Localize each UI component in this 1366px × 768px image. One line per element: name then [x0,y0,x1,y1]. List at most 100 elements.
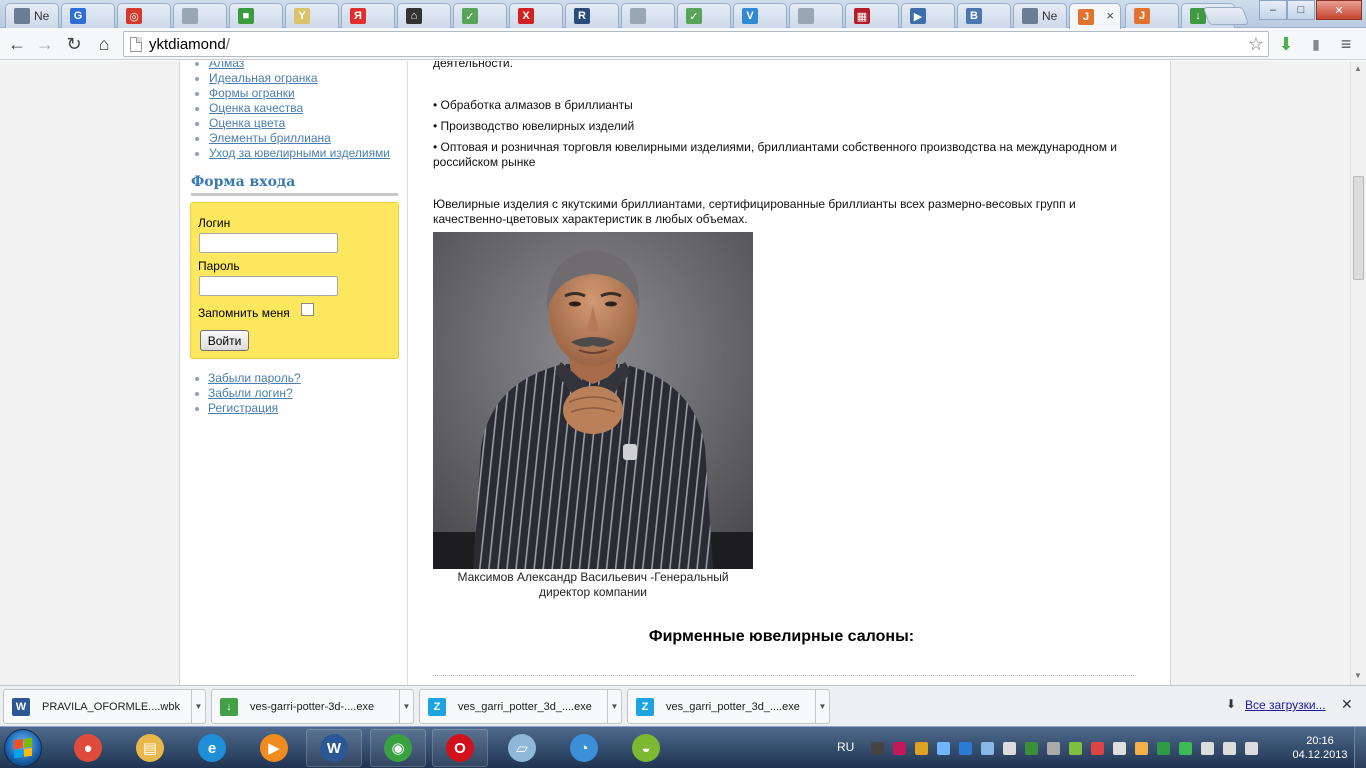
start-button[interactable] [4,729,42,767]
browser-tab[interactable]: J [1125,3,1179,28]
browser-tab[interactable]: Ne [1013,3,1067,28]
download-extension-icon[interactable]: ⬇ [1274,32,1298,56]
download-menu-chevron-icon[interactable]: ▼ [815,690,829,723]
tray-network-bars-icon[interactable] [1223,742,1236,755]
browser-tab[interactable]: Y [285,3,339,28]
menu-item-almaz[interactable]: Алмаз [194,61,390,71]
taskbar-app-button[interactable]: ◉ [370,729,426,767]
all-downloads-link[interactable]: Все загрузки... [1245,698,1326,712]
tray-nodes-icon[interactable] [1069,742,1082,755]
menu-item-color[interactable]: Оценка цвета [194,116,390,131]
browser-tab[interactable]: R [565,3,619,28]
tray-orange-circle-icon[interactable] [1135,742,1148,755]
taskbar-app-button[interactable]: ● [60,729,116,767]
tray-pen-icon[interactable] [893,742,906,755]
browser-tab[interactable]: ◎ [117,3,171,28]
language-indicator[interactable]: RU [837,740,854,754]
login-input[interactable] [199,233,338,253]
url-host: yktdiamond [149,35,226,53]
tray-shield-icon[interactable] [1113,742,1126,755]
home-button[interactable]: ⌂ [92,32,116,56]
bookmark-star-icon[interactable]: ☆ [1248,34,1264,55]
back-button[interactable]: ← [5,32,29,56]
system-clock[interactable]: 20:16 04.12.2013 [1292,734,1348,762]
download-menu-chevron-icon[interactable]: ▼ [399,690,413,723]
browser-tab[interactable]: ▶ [901,3,955,28]
menu-item-ideal-cut[interactable]: Идеальная огранка [194,71,390,86]
taskbar-app-button[interactable]: ◒ [618,729,674,767]
download-menu-chevron-icon[interactable]: ▼ [191,690,205,723]
register-link[interactable]: Регистрация [195,401,301,416]
taskbar-app-button[interactable]: ▱ [494,729,550,767]
tab-close-icon[interactable]: × [1106,8,1114,23]
close-shelf-button[interactable]: ✕ [1341,696,1353,713]
minimize-button[interactable]: – [1259,0,1287,20]
scroll-up-icon[interactable]: ▲ [1354,64,1362,73]
menu-item-cut-shapes[interactable]: Формы огранки [194,86,390,101]
browser-tab[interactable]: Я [341,3,395,28]
tray-battery-icon[interactable] [1047,742,1060,755]
forgot-password-link[interactable]: Забыли пароль? [195,371,301,386]
browser-tab[interactable]: ▦ [845,3,899,28]
file-explorer-icon: ▤ [136,734,164,762]
address-bar[interactable]: yktdiamond / ☆ [123,31,1269,57]
browser-tab[interactable]: ✓ [453,3,507,28]
remember-checkbox[interactable] [301,303,314,316]
browser-tab[interactable]: ■ [229,3,283,28]
maximize-button[interactable]: □ [1287,0,1315,20]
taskbar-app-button[interactable]: ◔ [556,729,612,767]
download-menu-chevron-icon[interactable]: ▼ [607,690,621,723]
forward-button[interactable]: → [33,32,57,56]
close-window-button[interactable]: ✕ [1316,0,1362,20]
taskbar-app-button[interactable]: W [306,729,362,767]
show-desktop-button[interactable] [1354,727,1366,768]
tray-network-icon[interactable] [959,742,972,755]
blue-circle-icon: G [70,8,86,24]
tray-bluetooth-icon[interactable] [1003,742,1016,755]
download-item[interactable]: Zves_garri_potter_3d_....exe ▼ [419,689,622,724]
tray-ring-icon[interactable] [937,742,950,755]
download-item[interactable]: Zves_garri_potter_3d_....exe ▼ [627,689,830,724]
menu-item-care[interactable]: Уход за ювелирными изделиями [194,146,390,161]
browser-tab[interactable] [789,3,843,28]
browser-tab[interactable] [621,3,675,28]
chrome-menu-icon[interactable]: ≡ [1334,32,1358,56]
reload-button[interactable]: ↻ [62,32,86,56]
browser-tab[interactable]: X [509,3,563,28]
tray-volume-icon[interactable] [1245,742,1258,755]
red-x-icon: X [518,8,534,24]
new-tab-button[interactable] [1202,7,1250,25]
taskbar-app-button[interactable]: ▤ [122,729,178,767]
login-submit-button[interactable]: Войти [200,330,249,351]
menu-item-elements[interactable]: Элементы бриллиана [194,131,390,146]
tray-utorrent-icon[interactable] [1157,742,1170,755]
menu-item-quality[interactable]: Оценка качества [194,101,390,116]
tray-green-square-icon[interactable] [1179,742,1192,755]
taskbar-app-button[interactable]: e [184,729,240,767]
tray-flag-icon[interactable] [1091,742,1104,755]
forgot-login-link[interactable]: Забыли логин? [195,386,301,401]
browser-tab[interactable]: ⌂ [397,3,451,28]
scroll-thumb[interactable] [1353,176,1364,280]
graduation-cap-icon: ⌂ [406,8,422,24]
browser-tab[interactable]: ✓ [677,3,731,28]
tray-monitor-icon[interactable] [1025,742,1038,755]
taskbar-app-button[interactable]: O [432,729,488,767]
page-scrollbar[interactable]: ▲ ▼ [1350,61,1366,685]
browser-tab[interactable]: J × [1069,3,1121,29]
download-item[interactable]: ↓ ves-garri-potter-3d-....exe ▼ [211,689,414,724]
browser-tab[interactable] [173,3,227,28]
scroll-down-icon[interactable]: ▼ [1354,671,1362,680]
download-item[interactable]: W PRAVILA_OFORMLE....wbk ▼ [3,689,206,724]
tray-user-icon[interactable] [871,742,884,755]
tray-folder-icon[interactable] [915,742,928,755]
browser-tab[interactable]: V [733,3,787,28]
taskbar-app-button[interactable]: ▶ [246,729,302,767]
browser-tab[interactable]: Ne [5,3,59,28]
signal-bars-icon[interactable]: ▮ [1304,32,1328,56]
password-input[interactable] [199,276,338,296]
tray-notepad-icon[interactable] [1201,742,1214,755]
browser-tab[interactable]: G [61,3,115,28]
tray-speaker-icon[interactable] [981,742,994,755]
browser-tab[interactable]: B [957,3,1011,28]
